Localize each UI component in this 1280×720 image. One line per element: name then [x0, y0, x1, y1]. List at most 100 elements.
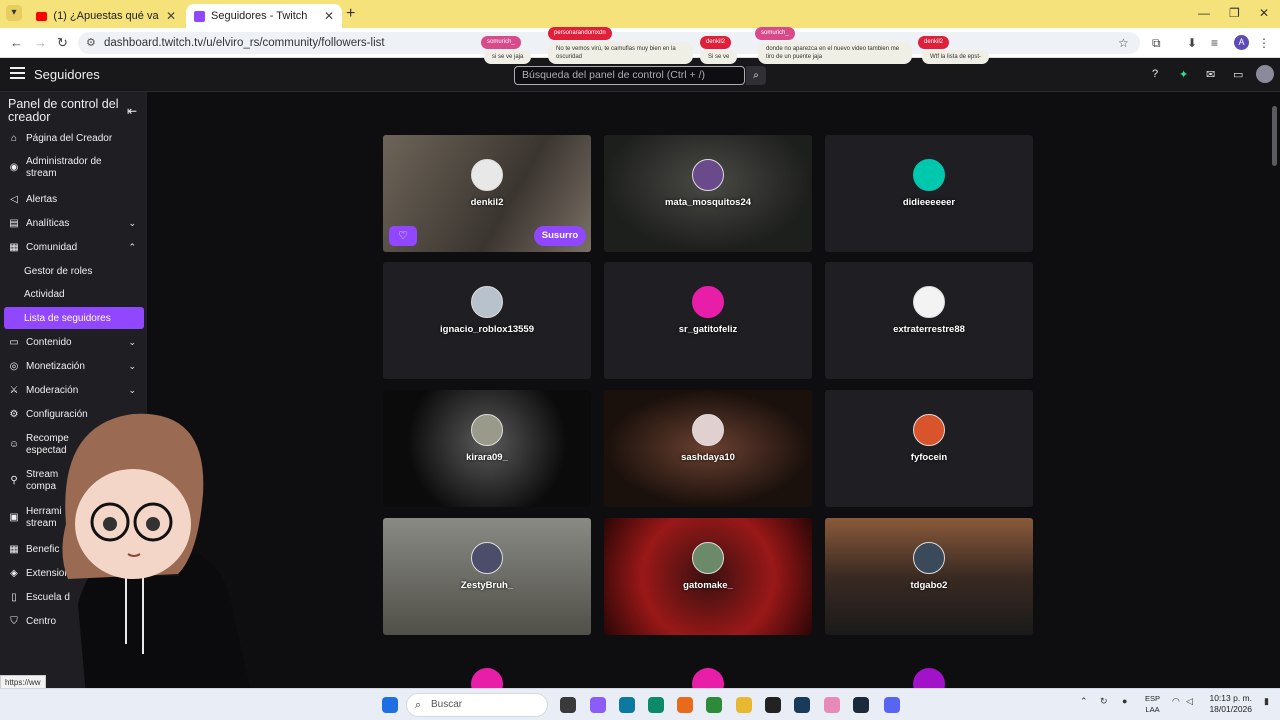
close-tab-icon[interactable]: ✕ — [166, 9, 176, 23]
follower-name: extraterrestre88 — [893, 324, 965, 335]
windows-start-icon[interactable] — [382, 697, 398, 713]
scrollbar-thumb[interactable] — [1272, 106, 1277, 166]
follower-card[interactable]: fyfocein — [825, 390, 1033, 507]
inbox-icon[interactable]: ✉ — [1206, 68, 1215, 81]
follower-name: mata_mosquitos24 — [664, 197, 752, 208]
sidebar-item-content[interactable]: ▭ Contenido ⌄ — [0, 331, 147, 353]
close-tab-icon[interactable]: ✕ — [324, 9, 334, 23]
follower-card[interactable]: kirara09_ — [383, 390, 591, 507]
whisper-button[interactable]: Susurro — [534, 226, 586, 246]
capcut-icon[interactable] — [853, 697, 869, 713]
vtuber-avatar-overlay — [52, 413, 258, 720]
whispers-icon[interactable]: ▭ — [1233, 68, 1243, 81]
taskbar-search[interactable]: ⌕ Buscar — [406, 693, 548, 717]
hamburger-menu-icon[interactable] — [10, 67, 25, 79]
vtuber-app-icon[interactable] — [824, 697, 840, 713]
sparkle-icon[interactable]: ✦ — [1179, 68, 1188, 81]
card-banner — [604, 390, 812, 507]
download-icon[interactable]: ⬇ — [1187, 36, 1197, 50]
sidebar-item-creator-page[interactable]: ⌂ Página del Creador — [0, 127, 147, 149]
browser-tab-youtube[interactable]: (1) ¿Apuestas qué va a pasar en ✕ — [28, 4, 184, 28]
chat-user-chip: somurich_ — [481, 36, 521, 49]
chevron-up-icon[interactable]: ⌃ — [1080, 696, 1088, 707]
browser-tab-twitch[interactable]: Seguidores - Twitch ✕ — [186, 4, 342, 28]
follower-avatar — [913, 159, 945, 191]
volume-icon[interactable]: ◁ — [1186, 696, 1193, 707]
minimize-button[interactable]: — — [1198, 6, 1210, 20]
follower-card[interactable]: denkil2 ♡ Susurro — [383, 135, 591, 252]
firefox-icon[interactable] — [677, 697, 693, 713]
follower-avatar — [471, 286, 503, 318]
reload-icon[interactable]: ↻ — [57, 35, 68, 51]
help-icon[interactable]: ? — [1152, 68, 1158, 80]
extensions-icon[interactable]: ⧉ — [1152, 36, 1161, 51]
chat-message: si se ve jaja — [484, 50, 532, 64]
follower-card[interactable]: tdgabo2 — [825, 518, 1033, 635]
sync-icon[interactable]: ↻ — [1100, 696, 1108, 707]
steam-icon[interactable] — [794, 697, 810, 713]
follower-card[interactable]: ignacio_roblox13559 — [383, 262, 591, 379]
task-view-icon[interactable] — [560, 697, 576, 713]
notifications-icon[interactable]: ▮ — [1264, 696, 1269, 707]
obs-icon[interactable] — [765, 697, 781, 713]
chevron-down-icon: ⌄ — [128, 360, 136, 371]
bookmark-star-icon[interactable]: ☆ — [1118, 36, 1129, 50]
book-icon: ▯ — [11, 591, 17, 603]
follower-card[interactable]: ZestyBruh_ — [383, 518, 591, 635]
youtube-icon — [36, 11, 48, 21]
puzzle-icon: ◈ — [10, 567, 18, 579]
follower-card[interactable]: sr_gatitofeliz — [604, 262, 812, 379]
follower-card[interactable]: mata_mosquitos24 — [604, 135, 812, 252]
coin-icon: ◎ — [9, 360, 19, 372]
dashboard-search-input[interactable]: Búsqueda del panel de control (Ctrl + /) — [514, 66, 745, 85]
discord-icon[interactable] — [884, 697, 900, 713]
edge-icon[interactable] — [648, 697, 664, 713]
sidebar-item-analytics[interactable]: ▤ Analíticas ⌄ — [0, 212, 147, 234]
follower-name: ZestyBruh_ — [460, 580, 514, 591]
sidebar-item-moderation[interactable]: ⚔ Moderación ⌄ — [0, 379, 147, 401]
user-avatar[interactable] — [1256, 65, 1274, 83]
maximize-button[interactable]: ❐ — [1229, 6, 1240, 20]
chrome-icon[interactable] — [706, 697, 722, 713]
follower-avatar — [471, 159, 503, 191]
collapse-sidebar-icon[interactable]: ⇤ — [127, 104, 137, 118]
menu-dots-icon[interactable]: ⋮ — [1258, 36, 1270, 50]
follower-avatar — [913, 414, 945, 446]
follower-card[interactable]: didieeeeeer — [825, 135, 1033, 252]
close-window-button[interactable]: ✕ — [1259, 6, 1269, 20]
tab-search-button[interactable]: ▾ — [6, 5, 22, 21]
follower-name: sr_gatitofeliz — [678, 324, 738, 335]
home-icon: ⌂ — [10, 132, 18, 144]
language-indicator[interactable]: ESP LAA — [1145, 693, 1160, 715]
taskbar-search-label: Buscar — [431, 699, 463, 710]
wifi-icon[interactable]: ◠ — [1172, 696, 1180, 707]
sidebar-item-community[interactable]: ▦ Comunidad ⌃ — [0, 236, 147, 258]
follower-card[interactable]: gatomake_ — [604, 518, 812, 635]
forward-icon[interactable]: → — [34, 35, 47, 50]
sidebar-item-monetization[interactable]: ◎ Monetización ⌄ — [0, 355, 147, 377]
search-icon: ⌕ — [415, 699, 422, 711]
keyboard-layout-label: LAA — [1145, 705, 1160, 714]
microphone-icon[interactable]: ● — [1122, 696, 1127, 706]
browser-profile-avatar[interactable]: A — [1234, 35, 1249, 50]
vertical-scrollbar[interactable] — [1269, 92, 1280, 688]
new-tab-button[interactable]: + — [346, 5, 355, 23]
follower-card[interactable]: extraterrestre88 — [825, 262, 1033, 379]
sidebar-subitem-activity[interactable]: Actividad — [4, 283, 144, 305]
store-icon[interactable] — [619, 697, 635, 713]
back-icon[interactable]: ← — [10, 35, 23, 50]
sidebar-item-alerts[interactable]: ◁ Alertas — [0, 188, 147, 210]
file-explorer-icon[interactable] — [736, 697, 752, 713]
gear-icon: ⚙ — [9, 408, 19, 420]
taskbar-clock[interactable]: 10:13 p. m. 18/01/2026 — [1206, 693, 1252, 715]
copilot-icon[interactable] — [590, 697, 606, 713]
media-icon[interactable]: ≡ — [1211, 36, 1218, 50]
follower-card[interactable]: sashdaya10 — [604, 390, 812, 507]
sidebar-item-label: Alertas — [26, 193, 58, 205]
heart-icon[interactable]: ♡ — [389, 226, 417, 246]
site-info-icon[interactable]: ⚙ — [86, 32, 96, 54]
sidebar-item-stream-manager[interactable]: ◉ Administrador de stream — [0, 154, 147, 182]
sidebar-subitem-followers-list[interactable]: Lista de seguidores — [4, 307, 144, 329]
sidebar-subitem-roles[interactable]: Gestor de roles — [4, 260, 144, 282]
search-icon[interactable]: ⌕ — [746, 66, 766, 85]
